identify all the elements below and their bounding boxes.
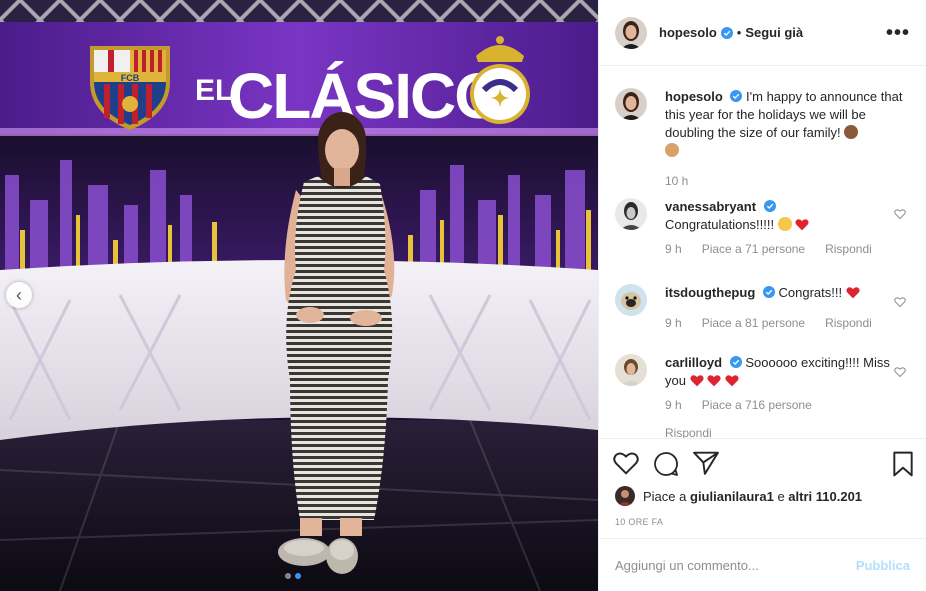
carousel-dot: [285, 573, 291, 579]
sign-clasico: CLÁSICO: [228, 60, 502, 132]
heart-icon[interactable]: [894, 366, 906, 378]
post-time-ago[interactable]: 10 ORE FA: [615, 517, 663, 527]
comment-input[interactable]: [615, 557, 848, 573]
post-header: hopesolo • Segui già •••: [599, 0, 926, 66]
commenter-avatar[interactable]: [615, 354, 647, 386]
separator-dot: •: [736, 25, 742, 40]
post-actions: Piace a giulianilaura1 e altri 110.201 1…: [599, 438, 926, 538]
action-icons-row: [613, 451, 914, 477]
likes-prefix: Piace a: [643, 488, 687, 504]
likes-middle: e: [777, 488, 785, 504]
red-heart-emoji-icon: [725, 375, 739, 387]
red-heart-emoji-icon: [795, 219, 809, 231]
carousel-dot-active: [295, 573, 301, 579]
post-photo[interactable]: FCB EL CLÁSICO ✦ ‹: [0, 0, 598, 591]
comment-item: vanessabryant Congratulations!!!!! 9 h P…: [615, 198, 910, 256]
red-heart-emoji-icon: [690, 375, 704, 387]
liker-avatar[interactable]: [615, 486, 635, 506]
kiss-emoji-icon: [777, 217, 792, 231]
red-heart-emoji-icon: [707, 375, 721, 387]
author-avatar[interactable]: [615, 16, 647, 49]
comment-username[interactable]: itsdougthepug: [665, 285, 755, 300]
comment-time[interactable]: 9 h: [665, 398, 682, 412]
comment-icon[interactable]: [653, 451, 679, 477]
heart-icon[interactable]: [894, 208, 906, 220]
likes-summary: Piace a giulianilaura1 e altri 110.201: [615, 486, 862, 506]
verified-icon: [762, 286, 775, 298]
comment-time[interactable]: 9 h: [665, 242, 682, 256]
comments-list: hopesolo I'm happy to announce that this…: [599, 66, 926, 438]
svg-text:✦: ✦: [491, 86, 509, 111]
bookmark-icon[interactable]: [892, 451, 914, 477]
comment-text: Congratulations!!!!!: [665, 217, 775, 232]
verified-icon: [763, 200, 776, 212]
comment-input-bar: Pubblica: [599, 538, 926, 591]
comment-item: itsdougthepug Congrats!!! 9 h Piace a 81…: [615, 284, 910, 330]
follow-status-button[interactable]: Segui già: [745, 25, 803, 40]
comment-likes[interactable]: Piace a 716 persone: [702, 398, 812, 412]
more-options-icon[interactable]: •••: [886, 23, 910, 43]
heart-icon[interactable]: [894, 296, 906, 308]
carousel-prev-button[interactable]: ‹: [6, 282, 32, 308]
family-emoji-icon: [844, 125, 859, 139]
comment-item: carlilloyd Soooooo exciting!!!! Miss you…: [615, 354, 910, 438]
carousel-indicator: [285, 573, 301, 579]
author-username[interactable]: hopesolo: [659, 25, 717, 40]
comment-username[interactable]: carlilloyd: [665, 355, 722, 370]
reply-button[interactable]: Rispondi: [665, 426, 910, 438]
baby-emoji-icon: [665, 143, 679, 157]
verified-icon: [720, 26, 733, 39]
caption-time[interactable]: 10 h: [665, 174, 688, 188]
reply-button[interactable]: Rispondi: [825, 316, 872, 330]
caption: hopesolo I'm happy to announce that this…: [615, 88, 910, 188]
likes-count-link[interactable]: altri 110.201: [788, 489, 862, 504]
comment-username[interactable]: vanessabryant: [665, 199, 756, 214]
share-icon[interactable]: [693, 451, 719, 475]
comment-likes[interactable]: Piace a 71 persone: [702, 242, 805, 256]
verified-icon: [729, 356, 742, 368]
commenter-avatar[interactable]: [615, 198, 647, 230]
caption-avatar[interactable]: [615, 88, 647, 120]
post-side-panel: hopesolo • Segui già ••• hopesolo I'm ha…: [598, 0, 926, 591]
photo-canvas: FCB EL CLÁSICO ✦: [0, 0, 598, 591]
comment-text: Congrats!!!: [778, 285, 843, 300]
comment-time[interactable]: 9 h: [665, 316, 682, 330]
verified-icon: [730, 90, 743, 102]
fcb-letters: FCB: [121, 73, 140, 83]
chevron-left-icon: ‹: [16, 285, 22, 305]
comment-likes[interactable]: Piace a 81 persone: [702, 316, 805, 330]
like-heart-icon[interactable]: [613, 451, 639, 475]
reply-button[interactable]: Rispondi: [825, 242, 872, 256]
commenter-avatar[interactable]: [615, 284, 647, 316]
caption-username[interactable]: hopesolo: [665, 89, 723, 104]
red-heart-emoji-icon: [846, 287, 860, 299]
publish-button[interactable]: Pubblica: [856, 558, 910, 573]
liker-username[interactable]: giulianilaura1: [690, 489, 774, 504]
